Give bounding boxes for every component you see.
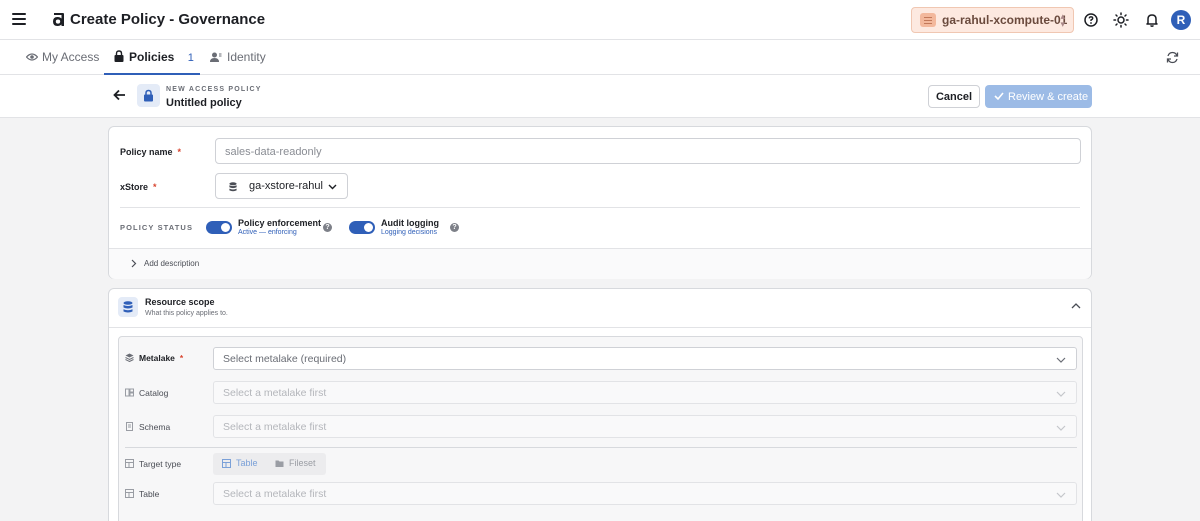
help-icon[interactable]: ? [450, 223, 459, 232]
catalog-icon [125, 388, 134, 397]
chevron-down-icon [1056, 391, 1066, 397]
add-description-toggle[interactable]: Add description [109, 248, 1091, 279]
environment-selector[interactable]: ga-rahul-xcompute-01 ▴ ▾ [911, 7, 1074, 33]
tab-label: My Access [42, 50, 100, 64]
tab-label: Identity [227, 50, 266, 64]
review-create-label: Review & create [1008, 90, 1089, 103]
theme-icon[interactable] [1113, 12, 1129, 28]
check-icon [994, 92, 1004, 101]
back-arrow-icon[interactable] [113, 89, 126, 101]
metalake-select[interactable]: Select metalake (required) [213, 347, 1077, 370]
lock-icon [114, 50, 124, 62]
table-placeholder: Select a metalake first [223, 488, 327, 500]
cancel-button[interactable]: Cancel [928, 85, 980, 108]
table-icon [222, 459, 231, 468]
resource-scope-card: Resource scope What this policy applies … [108, 288, 1092, 521]
top-bar: Create Policy - Governance ga-rahul-xcom… [0, 0, 1200, 40]
review-create-button[interactable]: Review & create [985, 85, 1092, 108]
app-title: Create Policy - Governance [70, 11, 266, 28]
audit-title: Audit logging [381, 218, 439, 228]
divider [109, 327, 1091, 328]
eye-icon [26, 53, 38, 61]
target-type-fileset[interactable]: Fileset [275, 455, 316, 473]
logo-icon [53, 13, 64, 26]
lock-icon [144, 89, 153, 102]
policy-name-input[interactable]: sales-data-readonly [215, 138, 1081, 164]
label-text: xStore [120, 182, 149, 192]
option-label: Fileset [289, 458, 316, 468]
schema-select[interactable]: Select a metalake first [213, 415, 1077, 438]
tab-bar: My Access Policies 1 Identity [0, 40, 1200, 75]
tab-policies[interactable]: Policies 1 [104, 40, 200, 75]
tab-label: Policies [129, 50, 175, 64]
metalake-label: Metalake * [139, 353, 183, 363]
chevron-down-icon [1056, 357, 1066, 363]
tab-identity[interactable]: Identity [210, 40, 266, 75]
help-icon[interactable] [1083, 12, 1099, 28]
tab-my-access[interactable]: My Access [26, 40, 99, 75]
chevron-right-icon [131, 259, 137, 268]
bell-icon[interactable] [1144, 12, 1160, 28]
general-card: Policy name * sales-data-readonly xStore *… [108, 126, 1092, 279]
policy-enforcement-toggle[interactable] [206, 221, 232, 234]
chevron-down-icon [1056, 492, 1066, 498]
database-icon [920, 13, 936, 27]
chevron-up-icon[interactable] [1071, 303, 1081, 309]
schema-icon [126, 422, 133, 431]
schema-label: Schema [139, 422, 171, 432]
target-type-table[interactable]: Table [222, 455, 258, 473]
metalake-placeholder: Select metalake (required) [223, 353, 347, 365]
page-header: NEW ACCESS POLICY Untitled policy Cancel… [0, 75, 1200, 118]
divider [125, 447, 1077, 448]
refresh-icon[interactable] [1166, 51, 1179, 64]
policy-name-label: Policy name * [120, 147, 181, 157]
user-icon [210, 52, 222, 62]
xstore-value: ga-xstore-rahul [249, 180, 323, 192]
chevron-down-icon [1056, 425, 1066, 431]
target-type-toggle: Table Fileset [213, 453, 326, 475]
table-select[interactable]: Select a metalake first [213, 482, 1077, 505]
catalog-label: Catalog [139, 388, 169, 398]
environment-label: ga-rahul-xcompute-01 [942, 13, 1068, 27]
database-icon [118, 297, 138, 317]
required-mark: * [177, 147, 182, 157]
policy-status-label: POLICY STATUS [120, 223, 194, 232]
enforcement-title: Policy enforcement [238, 218, 322, 228]
divider [120, 207, 1080, 208]
table-icon [125, 489, 134, 498]
catalog-select[interactable]: Select a metalake first [213, 381, 1077, 404]
policy-icon [137, 84, 160, 107]
target-type-label: Target type [139, 459, 182, 469]
label-text: Metalake [139, 353, 175, 363]
label-text: Policy name [120, 147, 173, 157]
table-label: Table [139, 489, 160, 499]
avatar[interactable]: R [1171, 10, 1191, 30]
audit-logging-toggle[interactable] [349, 221, 375, 234]
table-icon [125, 459, 134, 468]
count-badge: 1 [187, 52, 194, 64]
updown-chevron-icon: ▴ ▾ [1060, 11, 1065, 29]
xstore-label: xStore * [120, 182, 157, 192]
help-icon[interactable]: ? [323, 223, 332, 232]
page-eyebrow: NEW ACCESS POLICY [166, 86, 262, 93]
xstore-select[interactable]: ga-xstore-rahul [215, 173, 348, 199]
database-icon [229, 182, 237, 192]
layers-icon [125, 353, 134, 362]
resource-scope-subtitle: What this policy applies to. [145, 310, 228, 317]
folder-icon [275, 460, 284, 467]
catalog-placeholder: Select a metalake first [223, 387, 327, 399]
required-mark: * [153, 182, 157, 192]
add-description-label: Add description [144, 259, 200, 268]
page-title: Untitled policy [166, 97, 242, 109]
resource-scope-title: Resource scope [145, 297, 215, 307]
scope-fields: Metalake * Select metalake (required) Cat… [118, 336, 1083, 521]
chevron-down-icon [328, 184, 337, 190]
schema-placeholder: Select a metalake first [223, 421, 327, 433]
menu-icon[interactable] [12, 13, 26, 25]
required-mark: * [179, 353, 184, 363]
option-label: Table [236, 458, 258, 468]
audit-status: Logging decisions [381, 229, 438, 236]
enforcement-status: Active — enforcing [238, 229, 297, 236]
